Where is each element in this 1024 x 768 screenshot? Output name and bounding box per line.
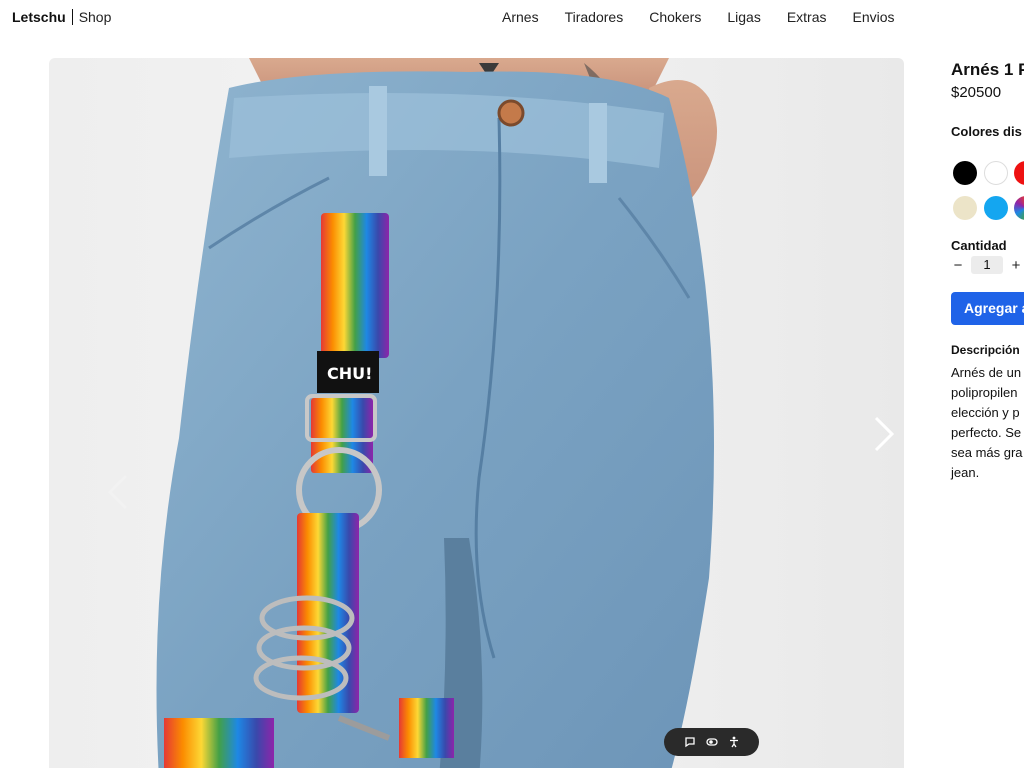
color-swatch-red[interactable] <box>1014 161 1024 185</box>
color-swatch-white[interactable] <box>984 161 1008 185</box>
brand-logo[interactable]: Letschu Shop <box>12 9 111 25</box>
nav-item-envios[interactable]: Envios <box>840 9 908 25</box>
nav-item-arnes[interactable]: Arnes <box>489 9 552 25</box>
minus-icon[interactable]: − <box>951 257 965 274</box>
color-swatch-black[interactable] <box>953 161 977 185</box>
chat-widget[interactable] <box>664 728 759 756</box>
product-image-carousel[interactable]: CHU! <box>49 58 904 768</box>
description-line: perfecto. Se <box>951 425 1022 440</box>
nav-item-tiradores[interactable]: Tiradores <box>552 9 637 25</box>
plus-icon[interactable]: + <box>1009 257 1023 274</box>
quantity-stepper: − 1 + <box>951 256 1023 274</box>
product-price: $20500 <box>951 84 1002 101</box>
nav-item-chokers[interactable]: Chokers <box>636 9 714 25</box>
site-header: Letschu Shop Arnes Tiradores Chokers Lig… <box>0 0 1024 36</box>
strap-tag-text: CHU! <box>327 364 372 383</box>
nav-item-ligas[interactable]: Ligas <box>714 9 773 25</box>
quantity-label: Cantidad <box>951 238 1007 253</box>
description-label: Descripción <box>951 343 1020 357</box>
colors-label: Colores dis <box>951 124 1022 139</box>
product-description: Arnés de un polipropilen elección y p pe… <box>951 363 1024 483</box>
quantity-input[interactable]: 1 <box>971 256 1003 274</box>
color-swatch-blue[interactable] <box>984 196 1008 220</box>
product-photo: CHU! <box>156 58 717 768</box>
brand-section: Shop <box>78 9 112 25</box>
accessibility-icon[interactable] <box>727 735 741 749</box>
color-swatch-rainbow[interactable] <box>1014 196 1024 220</box>
brand-name: Letschu <box>12 9 66 25</box>
add-to-cart-button[interactable]: Agregar a <box>951 292 1024 325</box>
chat-bubble-icon[interactable] <box>683 735 697 749</box>
brand-divider <box>71 9 73 25</box>
description-line: polipropilen <box>951 385 1018 400</box>
description-line: Arnés de un <box>951 365 1022 380</box>
description-line: elección y p <box>951 405 1020 420</box>
chevron-left-icon[interactable] <box>106 472 130 512</box>
nav-item-extras[interactable]: Extras <box>774 9 840 25</box>
description-line: sea más gra <box>951 445 1023 460</box>
main-nav: Arnes Tiradores Chokers Ligas Extras Env… <box>489 9 908 25</box>
product-title: Arnés 1 P <box>951 60 1024 79</box>
color-swatch-cream[interactable] <box>953 196 977 220</box>
toggle-icon[interactable] <box>705 735 719 749</box>
chevron-right-icon[interactable] <box>872 414 896 454</box>
description-line: jean. <box>951 465 980 480</box>
